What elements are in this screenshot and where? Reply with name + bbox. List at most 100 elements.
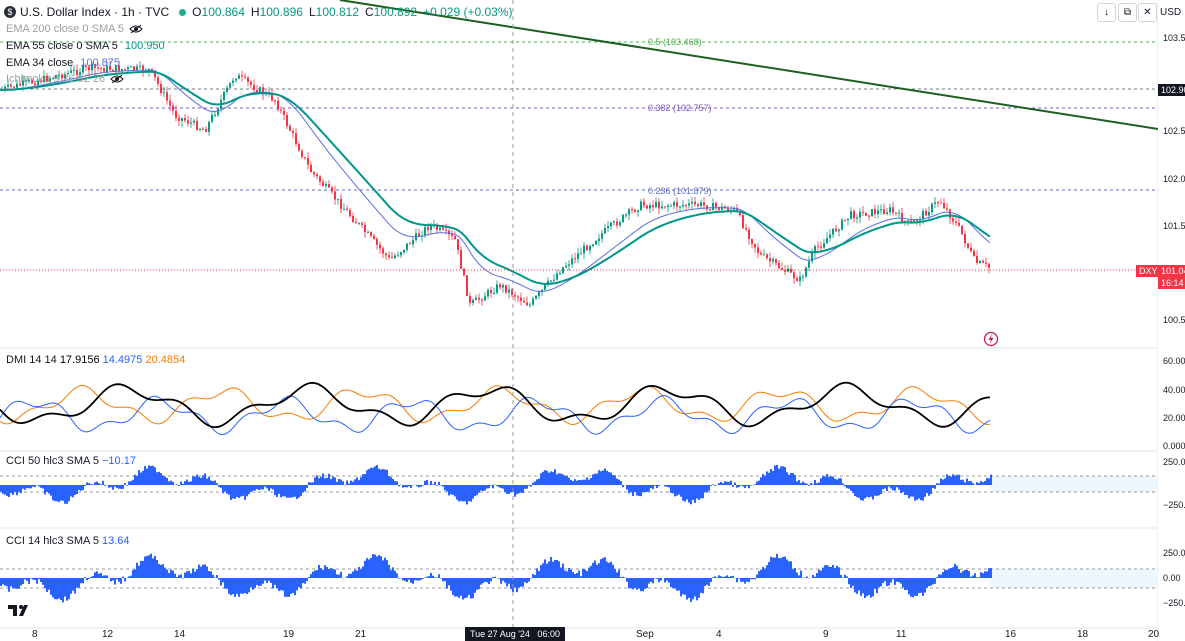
cci14-bar — [546, 563, 548, 578]
candle-body — [157, 77, 159, 84]
cci14-bar — [34, 578, 36, 580]
cci14-bar — [592, 562, 594, 578]
cci14-legend[interactable]: CCI 14 hlc3 SMA 5 13.64 — [6, 535, 130, 547]
arrow-down-icon[interactable]: ↓ — [1097, 3, 1116, 22]
cci50-bar — [470, 485, 472, 502]
cci50-bar — [108, 485, 110, 488]
cci14-bar — [854, 578, 856, 593]
candle-body — [619, 222, 621, 226]
cci14-bar — [800, 570, 802, 578]
cci50-legend[interactable]: CCI 50 hlc3 SMA 5 −10.17 — [6, 455, 136, 467]
restore-window-icon[interactable]: ⧉ — [1118, 3, 1137, 22]
cci50-bar — [892, 485, 894, 491]
cci50-bar — [528, 485, 530, 486]
candle-body — [373, 235, 375, 239]
candle-body — [490, 290, 492, 294]
eye-hidden-icon[interactable] — [110, 74, 124, 84]
cci14-bar — [526, 578, 528, 584]
cci14-bar — [298, 578, 300, 588]
cci14-bar — [430, 573, 432, 578]
candle-body — [406, 243, 408, 250]
cci14-bar — [270, 578, 272, 583]
dmi-tick: 0.0000 — [1163, 441, 1185, 451]
cci14-bar — [572, 572, 574, 578]
cci50-bar — [986, 477, 988, 485]
symbol-title[interactable]: U.S. Dollar Index · 1h · TVC — [20, 5, 169, 19]
cci14-bar — [20, 578, 22, 586]
cci14-bar — [376, 556, 378, 578]
cci14-bar — [936, 577, 938, 578]
cci50-bar — [596, 473, 598, 485]
lightning-icon[interactable] — [983, 331, 999, 347]
cci14-bar — [912, 578, 914, 598]
candle-body — [637, 210, 639, 212]
cci14-bar — [874, 578, 876, 589]
study-ichimoku[interactable]: Ichimoku 9 26 52 26 — [6, 73, 124, 85]
cci14-bar — [404, 578, 406, 581]
cci50-bar — [890, 485, 892, 489]
candle-body — [388, 255, 390, 257]
cci50-bar — [154, 467, 156, 485]
cci50-bar — [334, 477, 336, 485]
study-ema34[interactable]: EMA 34 close 100.875 — [6, 57, 120, 69]
cci14-bar — [242, 578, 244, 594]
cci14-bar — [324, 565, 326, 578]
cci14-bar — [510, 578, 512, 590]
cci50-bar — [340, 479, 342, 485]
cci14-bar — [564, 570, 566, 578]
cci50-bar — [290, 485, 292, 498]
cci14-bar — [236, 578, 238, 594]
cci14-bar — [498, 578, 500, 579]
candle-body — [847, 218, 849, 221]
cci50-bar — [348, 483, 350, 485]
cci14-bar — [728, 576, 730, 578]
cci50-bar — [580, 480, 582, 485]
chart-canvas[interactable] — [0, 0, 1158, 641]
close-icon[interactable]: ✕ — [1138, 3, 1157, 22]
cci50-bar — [952, 474, 954, 485]
cci50-bar — [608, 472, 610, 485]
cci50-bar — [646, 485, 648, 493]
candle-body — [538, 291, 540, 296]
candle-body — [859, 211, 861, 218]
cci14-bar — [318, 564, 320, 578]
cci50-bar — [896, 485, 898, 488]
cci14-bar — [40, 578, 42, 582]
currency-label[interactable]: USD — [1160, 7, 1181, 18]
candle-body — [757, 247, 759, 253]
x-tick: 16 — [1005, 629, 1017, 640]
cci50-bar — [728, 481, 730, 485]
cci50-bar — [812, 484, 814, 485]
candle-body — [280, 109, 282, 111]
study-ema200[interactable]: EMA 200 close 0 SMA 5 — [6, 23, 143, 35]
cci14-bar — [422, 578, 424, 579]
cci50-bar — [294, 485, 296, 497]
cci50-bar — [498, 485, 500, 488]
cci50-bar — [734, 482, 736, 485]
candle-body — [211, 115, 213, 122]
cci50-bar — [504, 485, 506, 492]
candle-body — [577, 253, 579, 259]
cci50-bar — [30, 485, 32, 489]
cci14-bar — [632, 578, 634, 590]
cci50-bar — [20, 485, 22, 494]
cci50-bar — [536, 479, 538, 485]
candle-body — [967, 243, 969, 248]
cci14-bar — [778, 558, 780, 578]
cci50-bar — [10, 485, 12, 494]
cci50-bar — [852, 485, 854, 493]
cci14-bar — [644, 578, 646, 589]
cci14-bar — [228, 578, 230, 594]
cci14-bar — [560, 567, 562, 578]
cci14-bar — [64, 578, 66, 597]
cci14-bar — [846, 576, 848, 578]
cci50-bar — [148, 465, 150, 485]
study-ema55[interactable]: EMA 55 close 0 SMA 5 100.950 — [6, 40, 165, 52]
cci14-bar — [68, 578, 70, 600]
eye-hidden-icon[interactable] — [129, 24, 143, 34]
cci50-bar — [954, 475, 956, 485]
cci14-bar — [186, 571, 188, 578]
cci14-bar — [876, 578, 878, 594]
dmi-legend[interactable]: DMI 14 14 17.9156 14.4975 20.4854 — [6, 354, 185, 366]
cci50-bar — [82, 485, 84, 491]
